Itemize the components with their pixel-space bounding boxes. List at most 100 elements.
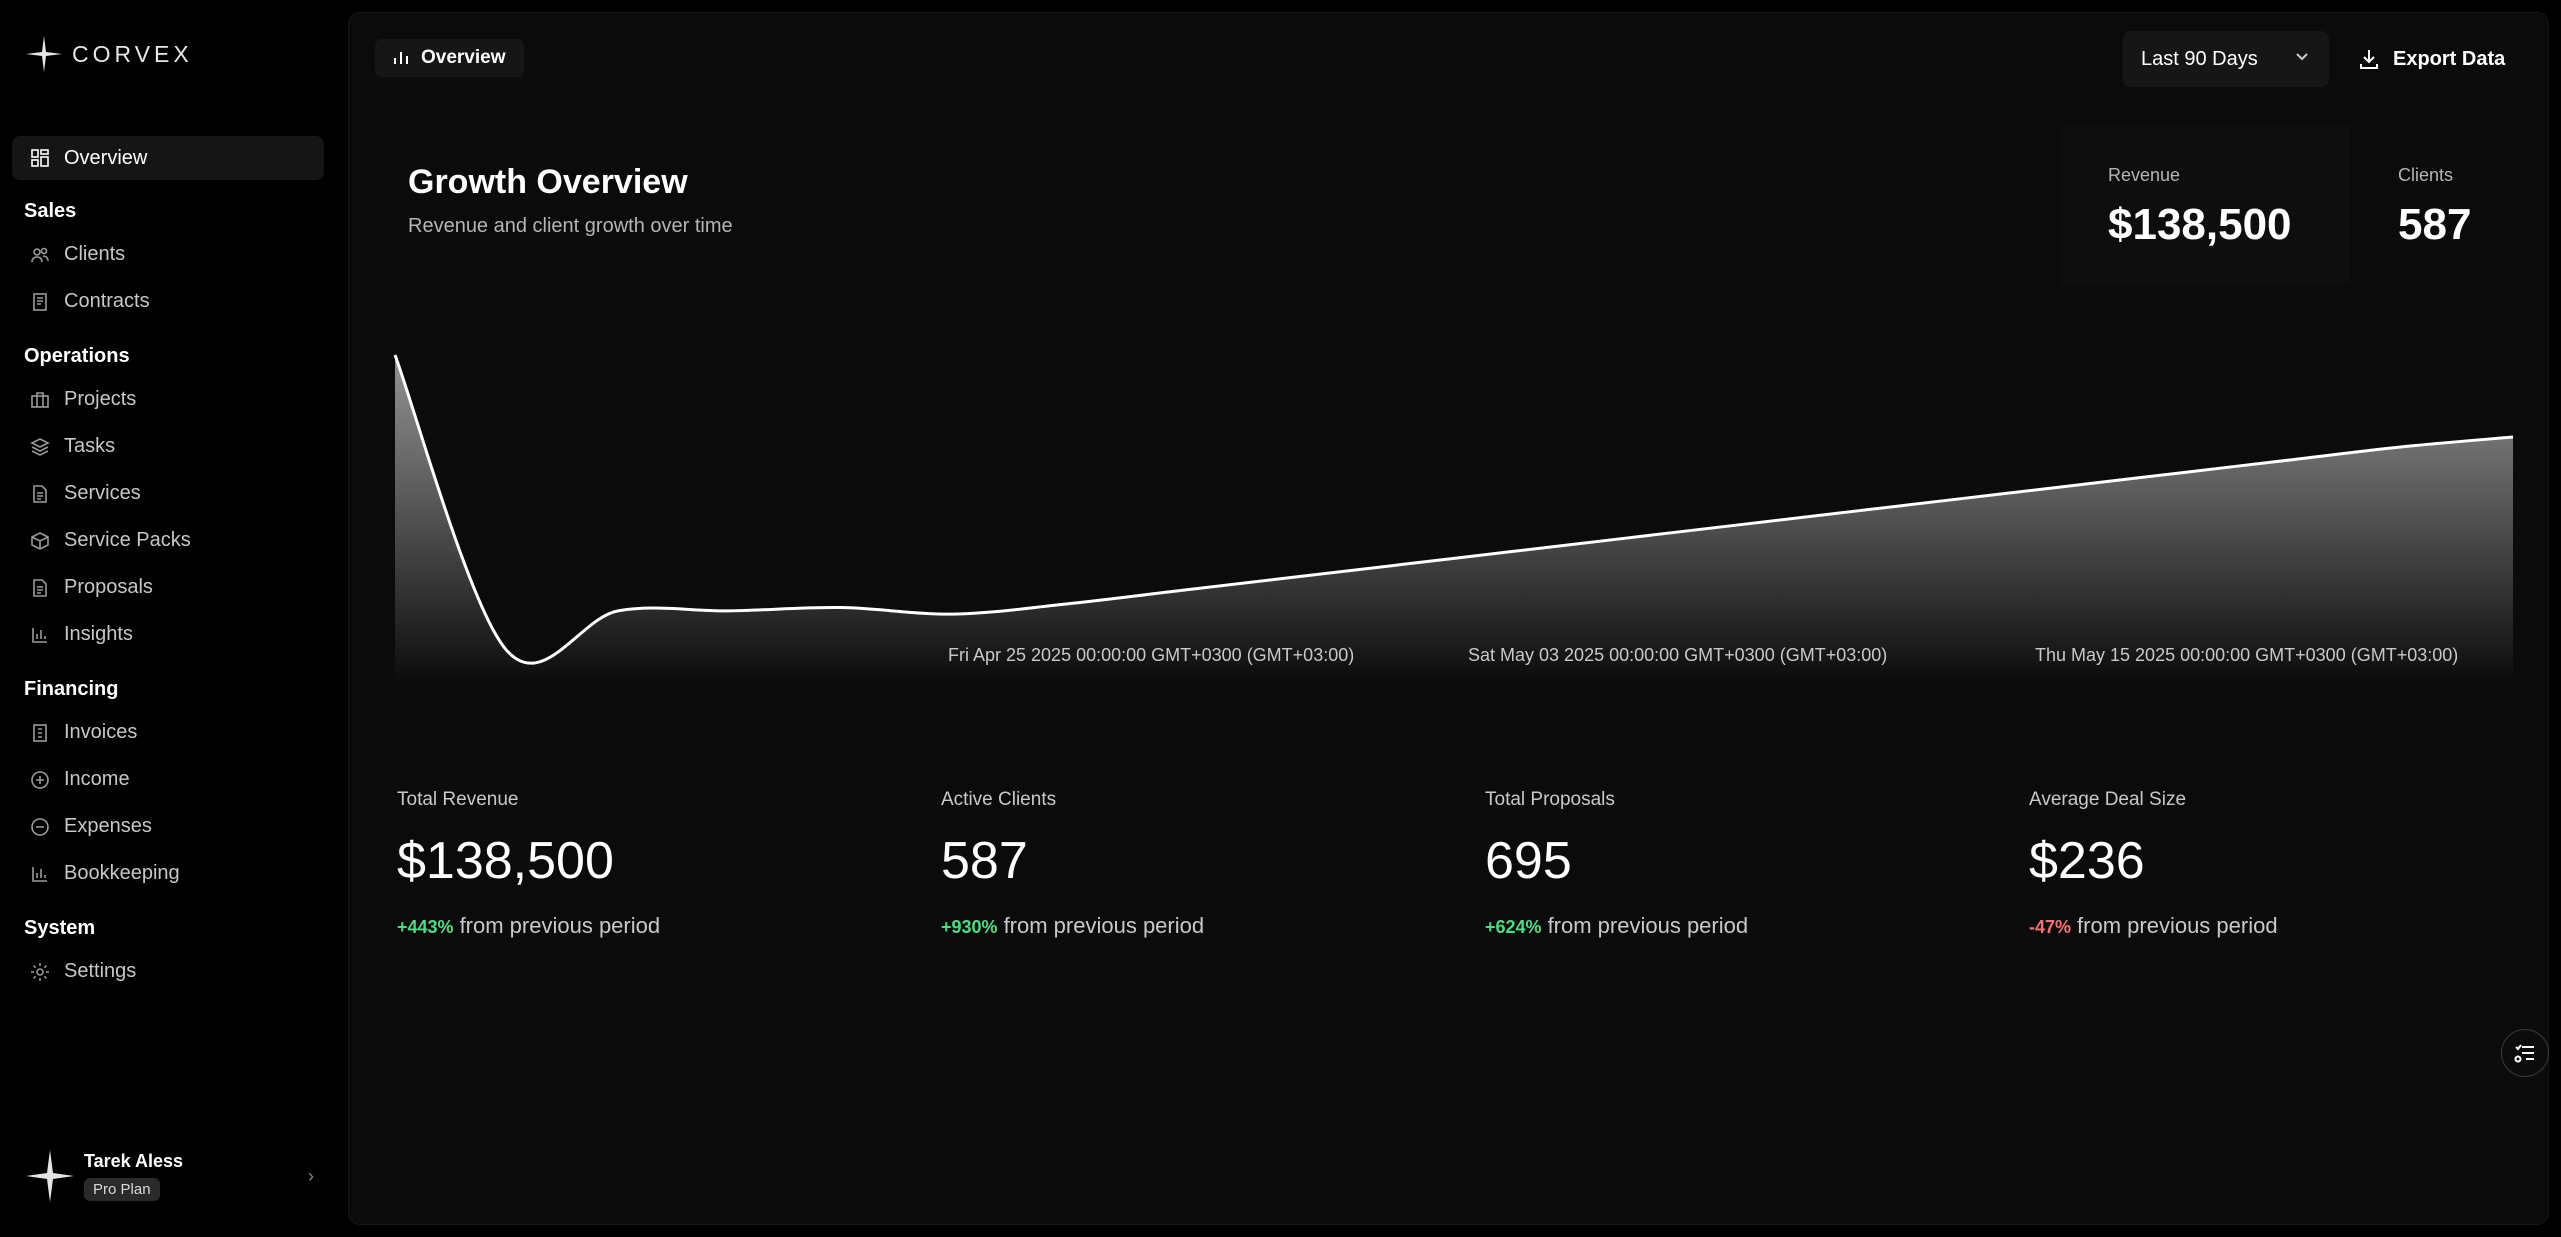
sidebar-item-label: Service Packs — [64, 529, 191, 551]
download-icon — [2360, 50, 2378, 69]
sidebar-item-overview[interactable]: Overview — [12, 136, 324, 180]
stat-label: Total Revenue — [397, 789, 519, 810]
sidebar-item-label: Projects — [64, 388, 137, 410]
sidebar-item-label: Tasks — [64, 435, 116, 457]
contract-icon — [30, 292, 50, 312]
stat-value: 695 — [1485, 832, 1572, 890]
sidebar-item-settings[interactable]: Settings — [12, 948, 324, 995]
nav-group-sales: Sales — [24, 200, 77, 222]
sidebar-item-bookkeeping[interactable]: Bookkeeping — [12, 850, 324, 897]
sidebar-item-projects[interactable]: Projects — [12, 376, 324, 423]
sidebar-item-expenses[interactable]: Expenses — [12, 803, 324, 850]
delta-percent: -47% — [2029, 917, 2072, 937]
kpi-value: $138,500 — [2108, 200, 2292, 249]
sidebar-item-label: Contracts — [64, 290, 150, 312]
sidebar-item-income[interactable]: Income — [12, 756, 324, 803]
sidebar-item-invoices[interactable]: Invoices — [12, 709, 324, 756]
delta-text: from previous period — [459, 913, 661, 938]
chart-area-fill — [395, 355, 2513, 683]
nav-group-operations: Operations — [24, 345, 130, 367]
nav-group-system: System — [24, 917, 96, 939]
main-panel: Overview Last 90 Days Export Data Growth… — [348, 12, 2549, 1225]
delta-text: from previous period — [1547, 913, 1749, 938]
box-icon — [30, 531, 50, 551]
bar-chart-icon — [30, 625, 50, 645]
user-info: Tarek Aless Pro Plan — [84, 1151, 183, 1201]
delta-percent: +624% — [1485, 917, 1542, 937]
sidebar-item-label: Bookkeeping — [64, 862, 180, 884]
sidebar: CORVEX Overview Sales Clients Contracts … — [0, 0, 344, 1237]
brand-name: CORVEX — [72, 40, 193, 67]
tab-overview[interactable]: Overview — [375, 39, 524, 77]
file-icon — [30, 578, 50, 598]
stat-value: 587 — [941, 832, 1028, 890]
sidebar-item-label: Services — [64, 482, 141, 504]
invoice-icon — [30, 723, 50, 743]
date-range-select[interactable]: Last 90 Days — [2123, 31, 2329, 87]
sidebar-item-tasks[interactable]: Tasks — [12, 423, 324, 470]
stat-total-proposals: Total Proposals 695 +624% from previous p… — [1485, 789, 2005, 939]
stat-average-deal-size: Average Deal Size $236 -47% from previous… — [2029, 789, 2549, 939]
brand-star-icon — [26, 36, 62, 72]
x-tick-label: Thu May 15 2025 00:00:00 GMT+0300 (GMT+0… — [2035, 645, 2459, 665]
users-icon — [30, 245, 50, 265]
revenue-kpi: Revenue $138,500 — [2060, 125, 2350, 285]
page-title: Growth Overview — [408, 163, 688, 201]
sidebar-item-label: Income — [64, 768, 130, 790]
sidebar-item-service-packs[interactable]: Service Packs — [12, 517, 324, 564]
sidebar-item-label: Expenses — [64, 815, 152, 837]
bar-chart-icon — [30, 864, 50, 884]
sidebar-item-proposals[interactable]: Proposals — [12, 564, 324, 611]
plus-circle-icon — [30, 770, 50, 790]
sidebar-item-contracts[interactable]: Contracts — [12, 278, 324, 325]
file-icon — [30, 484, 50, 504]
user-profile[interactable]: Tarek Aless Pro Plan › — [24, 1148, 314, 1204]
delta-percent: +930% — [941, 917, 998, 937]
export-label: Export Data — [2393, 47, 2506, 70]
stat-label: Total Proposals — [1485, 789, 1615, 810]
sidebar-item-label: Proposals — [64, 576, 153, 598]
sidebar-item-label: Invoices — [64, 721, 138, 743]
stat-delta: -47% from previous period — [2029, 913, 2549, 939]
clients-kpi: Clients 587 — [2350, 125, 2540, 285]
kpi-value: 587 — [2398, 200, 2472, 249]
kpi-label: Clients — [2398, 165, 2454, 185]
stat-value: $138,500 — [397, 832, 614, 890]
stat-delta: +930% from previous period — [941, 913, 1461, 939]
stat-label: Active Clients — [941, 789, 1057, 810]
export-data-button[interactable]: Export Data — [2357, 31, 2505, 87]
stat-active-clients: Active Clients 587 +930% from previous pe… — [941, 789, 1461, 939]
sidebar-item-label: Settings — [64, 960, 137, 982]
brand[interactable]: CORVEX — [24, 34, 193, 74]
filter-list-button[interactable] — [2501, 1029, 2549, 1077]
x-tick-label: Sat May 03 2025 00:00:00 GMT+0300 (GMT+0… — [1468, 645, 1888, 665]
delta-text: from previous period — [2077, 913, 2278, 938]
sidebar-item-label: Insights — [64, 623, 133, 645]
delta-text: from previous period — [1003, 913, 1205, 938]
stat-total-revenue: Total Revenue $138,500 +443% from previou… — [397, 789, 917, 939]
sidebar-item-label: Overview — [64, 146, 148, 169]
stat-delta: +624% from previous period — [1485, 913, 2005, 939]
gear-icon — [30, 962, 50, 982]
delta-percent: +443% — [397, 917, 454, 937]
chevron-right-icon[interactable]: › — [308, 1166, 314, 1187]
minus-circle-icon — [30, 817, 50, 837]
sidebar-item-clients[interactable]: Clients — [12, 231, 324, 278]
user-name: Tarek Aless — [84, 1151, 184, 1171]
stat-value: $236 — [2029, 832, 2145, 890]
sidebar-item-label: Clients — [64, 243, 126, 265]
date-range-value: Last 90 Days — [2141, 47, 2258, 70]
sidebar-item-insights[interactable]: Insights — [12, 611, 324, 658]
avatar — [26, 1150, 74, 1202]
layers-icon — [30, 437, 50, 457]
bar-chart-icon — [394, 52, 408, 64]
plan-badge: Pro Plan — [84, 1178, 160, 1201]
stat-delta: +443% from previous period — [397, 913, 917, 939]
nav-group-financing: Financing — [24, 678, 119, 700]
tab-label: Overview — [421, 47, 506, 68]
sidebar-item-services[interactable]: Services — [12, 470, 324, 517]
grid-icon — [30, 148, 50, 168]
sidebar-nav: Overview Sales Clients Contracts Operati… — [12, 136, 324, 995]
x-tick-label: Fri Apr 25 2025 00:00:00 GMT+0300 (GMT+0… — [948, 645, 1355, 665]
chevron-down-icon — [2293, 47, 2311, 65]
